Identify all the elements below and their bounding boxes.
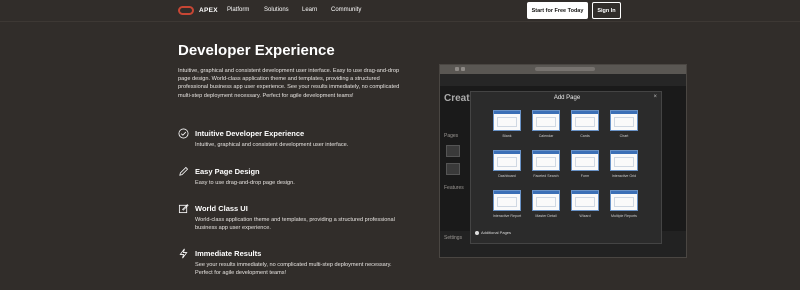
additional-pages-label: Additional Pages — [481, 230, 512, 235]
nav-link-solutions[interactable]: Solutions — [264, 7, 289, 13]
page-type-label: Cards — [580, 134, 590, 138]
plus-circle-icon — [475, 230, 479, 235]
lightning-icon — [179, 248, 188, 259]
start-free-button[interactable]: Start for Free Today — [527, 2, 588, 19]
page-type-thumb[interactable] — [493, 190, 521, 211]
thumb-preview — [536, 197, 556, 207]
thumb-header — [572, 191, 598, 194]
bg-page-thumb — [446, 163, 460, 175]
feature-title: Intuitive Developer Experience — [195, 129, 305, 138]
page-type-thumb[interactable] — [610, 150, 638, 171]
intro-text: Intuitive, graphical and consistent deve… — [178, 68, 400, 99]
nav-link-learn[interactable]: Learn — [302, 7, 317, 13]
page-type-label: Calendar — [538, 134, 554, 138]
thumb-preview — [575, 197, 595, 207]
thumb-header — [611, 111, 637, 114]
page-type-label: Faceted Search — [533, 174, 559, 178]
modal-title: Add Page — [553, 95, 581, 101]
thumb-header — [494, 111, 520, 114]
page-type-thumb[interactable] — [610, 110, 638, 131]
nav-link-community[interactable]: Community — [331, 7, 361, 13]
thumb-header — [494, 191, 520, 194]
browser-bar — [440, 65, 686, 74]
bg-label-features: Features — [444, 185, 464, 191]
top-nav: APEX Platform Solutions Learn Community … — [0, 0, 800, 22]
page-type-label: Multiple Reports — [611, 214, 637, 218]
bg-label-pages: Pages — [444, 133, 459, 139]
page-type-label: Dashboard — [498, 174, 516, 178]
product-screenshot: Create Pages Features Settings Add Page … — [439, 64, 687, 258]
page-type-label: Wizard — [579, 214, 591, 218]
thumb-header — [533, 191, 559, 194]
feature-title: Easy Page Design — [195, 167, 260, 176]
thumb-header — [533, 151, 559, 154]
feature-desc: Intuitive, graphical and consistent deve… — [195, 142, 349, 148]
page-type-thumb[interactable] — [532, 150, 560, 171]
page-type-label: Form — [580, 174, 590, 178]
check-circle-icon — [178, 128, 189, 139]
page-type-label: Interactive Report — [492, 214, 522, 218]
feature-title: Immediate Results — [195, 249, 262, 258]
pencil-icon — [179, 166, 189, 176]
thumb-preview — [497, 157, 517, 167]
nav-link-platform[interactable]: Platform — [227, 7, 249, 13]
page-type-thumb[interactable] — [532, 110, 560, 131]
page-type-thumb[interactable] — [493, 150, 521, 171]
sign-in-button[interactable]: Sign In — [592, 2, 621, 19]
feature-desc: Easy to use drag-and-drop page design. — [195, 180, 295, 186]
add-page-modal: Add Page × Blank Calendar Cards Chart Dashbo… — [470, 91, 662, 244]
browser-button-icon — [461, 67, 465, 71]
thumb-header — [494, 151, 520, 154]
apex-logo[interactable]: APEX — [178, 6, 218, 15]
page-type-label: Blank — [502, 134, 512, 138]
page-title: Developer Experience — [178, 42, 335, 59]
bg-page-thumb — [446, 145, 460, 157]
page-type-label: Interactive Grid — [611, 174, 637, 178]
close-icon[interactable]: × — [653, 94, 657, 100]
page-type-thumb[interactable] — [493, 110, 521, 131]
page-type-thumb[interactable] — [610, 190, 638, 211]
thumb-header — [572, 151, 598, 154]
thumb-preview — [575, 117, 595, 127]
page-type-thumb[interactable] — [571, 110, 599, 131]
thumb-header — [533, 111, 559, 114]
browser-url-bar — [535, 67, 595, 71]
thumb-preview — [536, 117, 556, 127]
page-type-thumb[interactable] — [532, 190, 560, 211]
additional-pages-link[interactable]: Additional Pages — [475, 230, 511, 235]
thumb-header — [611, 191, 637, 194]
thumb-preview — [497, 197, 517, 207]
feature-desc: See your results immediately, no complic… — [195, 262, 392, 277]
browser-button-icon — [455, 67, 459, 71]
thumb-header — [611, 151, 637, 154]
oracle-logo-icon — [178, 6, 194, 15]
feature-title: World Class UI — [195, 204, 248, 213]
feature-desc: World-class application theme and templa… — [195, 217, 395, 232]
page-type-thumb[interactable] — [571, 150, 599, 171]
logo-text: APEX — [199, 7, 218, 14]
bg-label-settings: Settings — [444, 235, 463, 241]
edit-square-icon — [178, 204, 189, 214]
app-header — [440, 74, 686, 86]
page-type-label: Chart — [619, 134, 629, 138]
thumb-header — [572, 111, 598, 114]
thumb-preview — [614, 117, 634, 127]
thumb-preview — [614, 157, 634, 167]
thumb-preview — [536, 157, 556, 167]
page-type-label: Master Detail — [535, 214, 557, 218]
page-type-thumb[interactable] — [571, 190, 599, 211]
thumb-preview — [614, 197, 634, 207]
thumb-preview — [497, 117, 517, 127]
thumb-preview — [575, 157, 595, 167]
